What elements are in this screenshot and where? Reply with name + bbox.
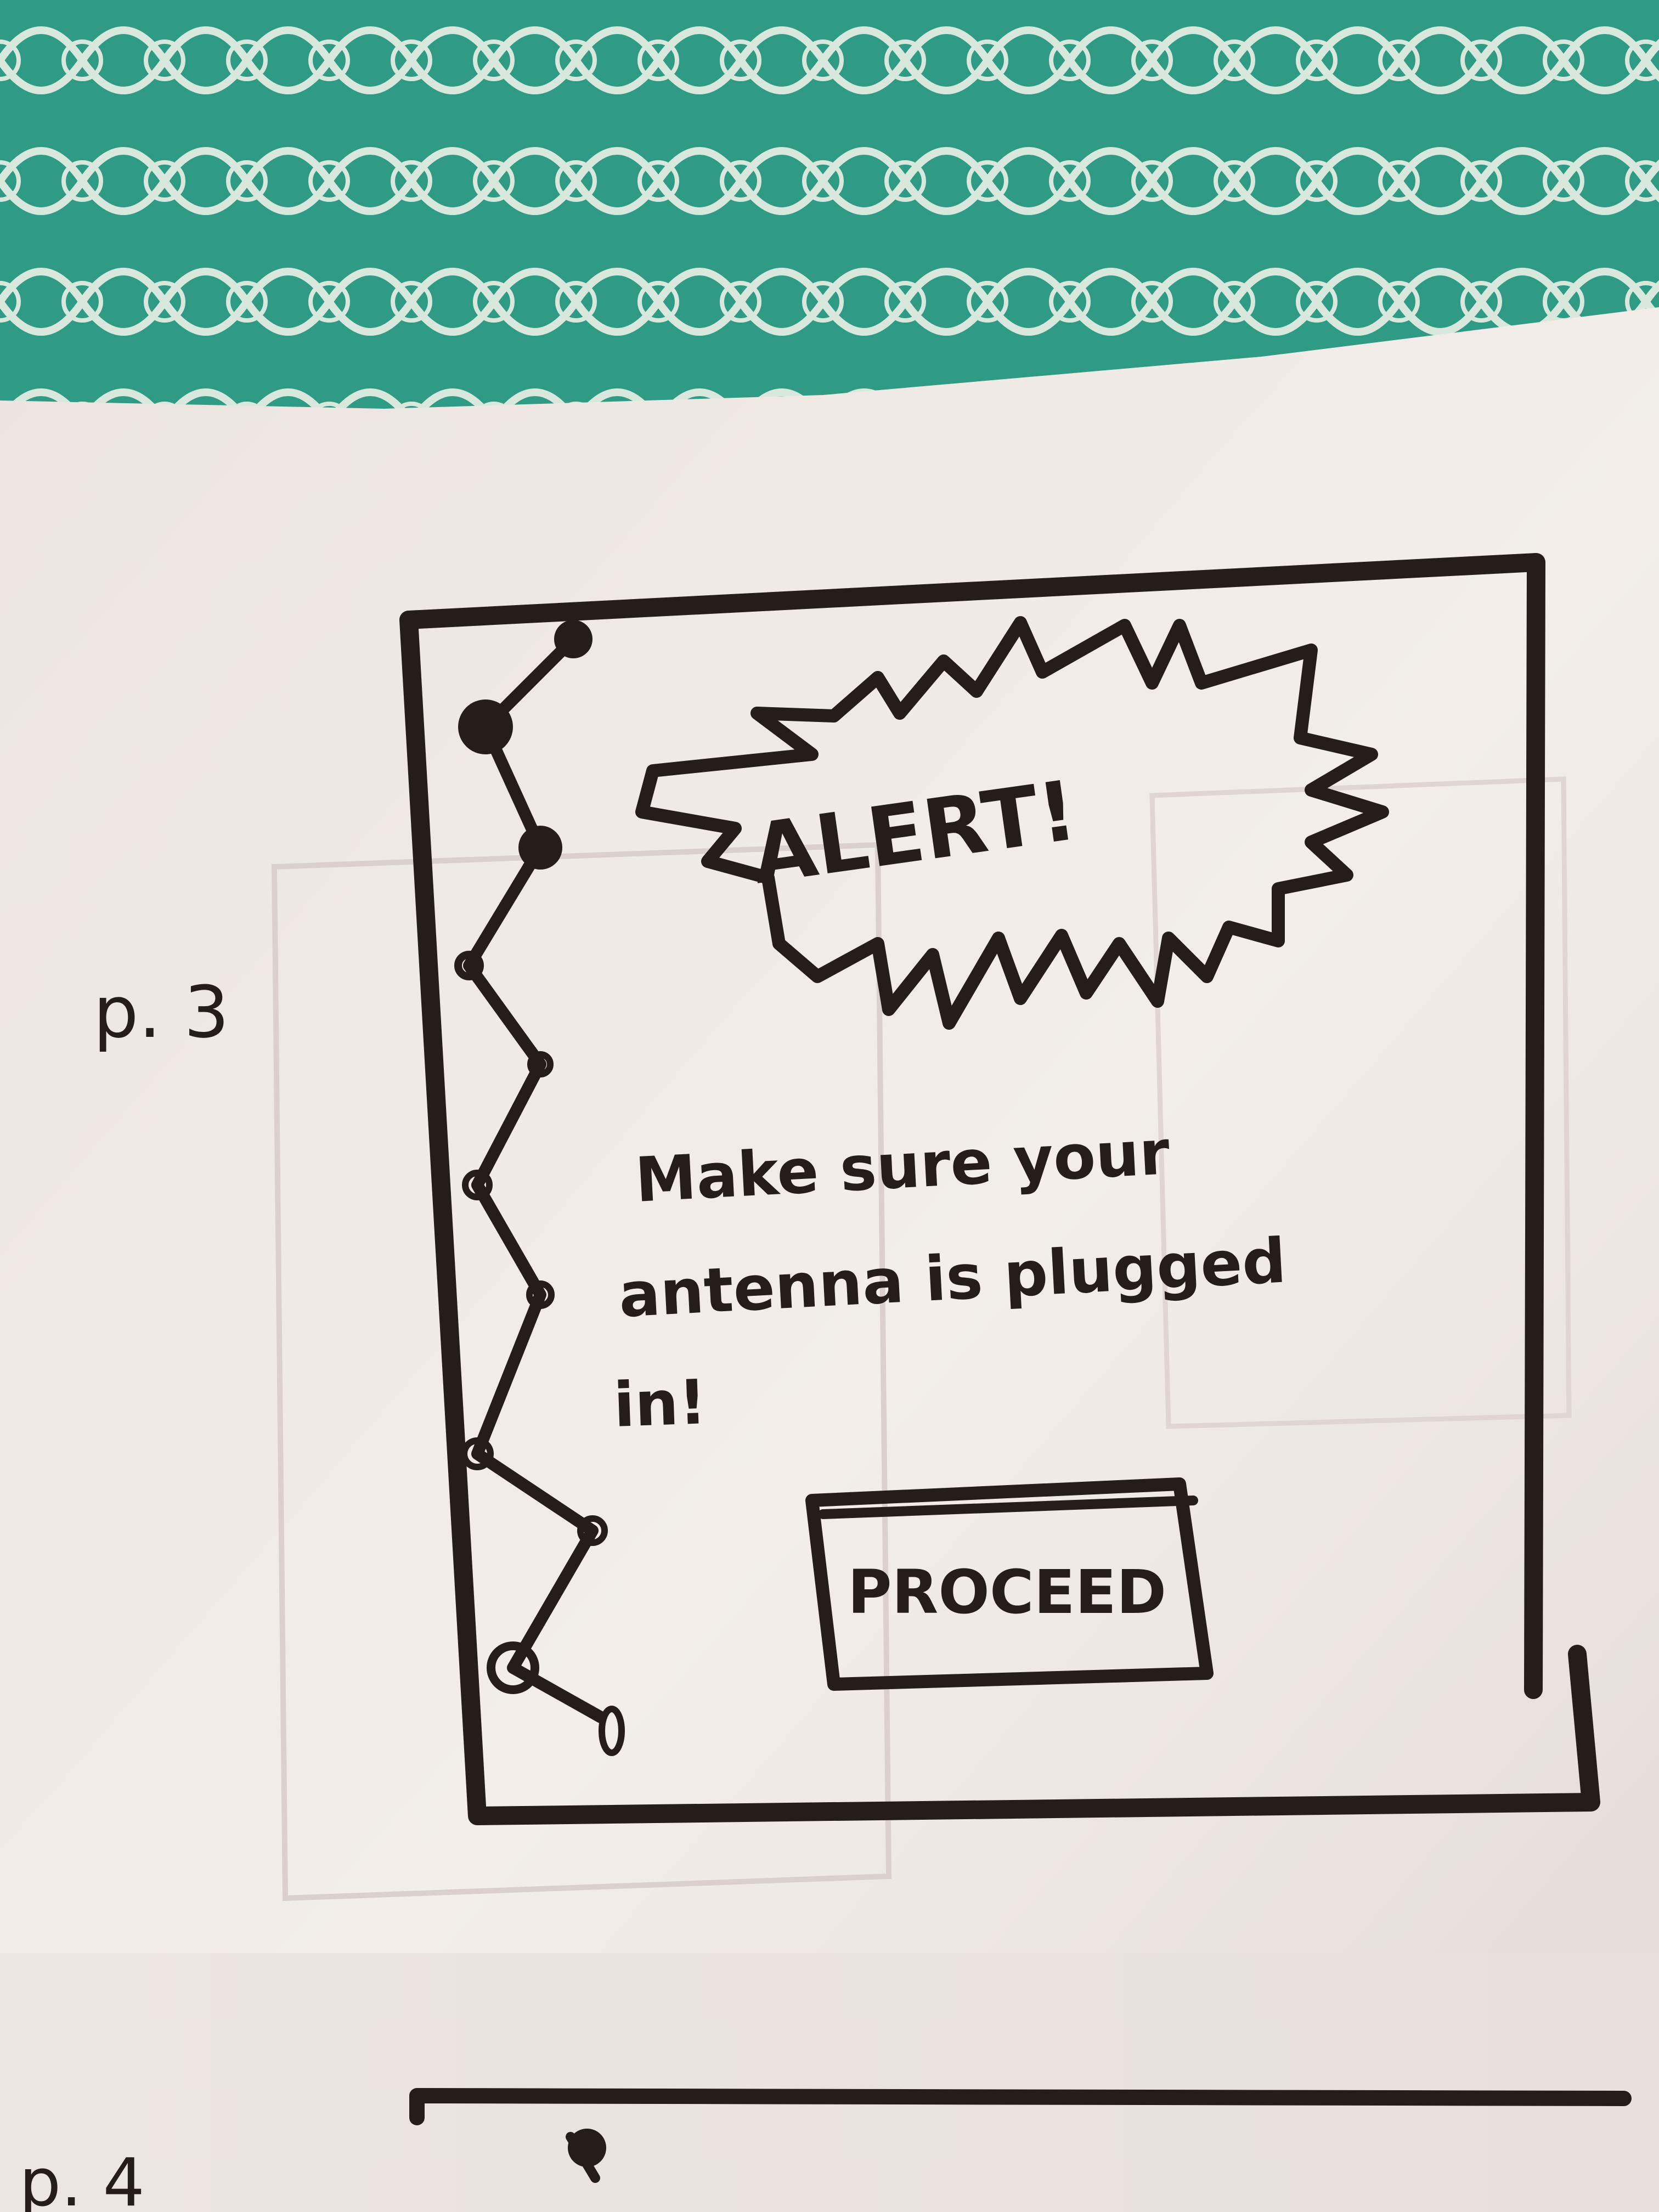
- next-page-label: p. 4: [19, 2145, 145, 2212]
- sketch-scene: p. 3 ALERT! Make sure your antenna is pl…: [0, 0, 1659, 2212]
- message-line-3: in!: [612, 1367, 708, 1441]
- lower-paper-area: [0, 1953, 1659, 2212]
- next-wireframe-node-icon: [568, 2129, 606, 2167]
- page-label: p. 3: [93, 970, 229, 1054]
- sketch-photo: p. 3 ALERT! Make sure your antenna is pl…: [0, 0, 1659, 2212]
- proceed-button-label: PROCEED: [848, 1557, 1166, 1627]
